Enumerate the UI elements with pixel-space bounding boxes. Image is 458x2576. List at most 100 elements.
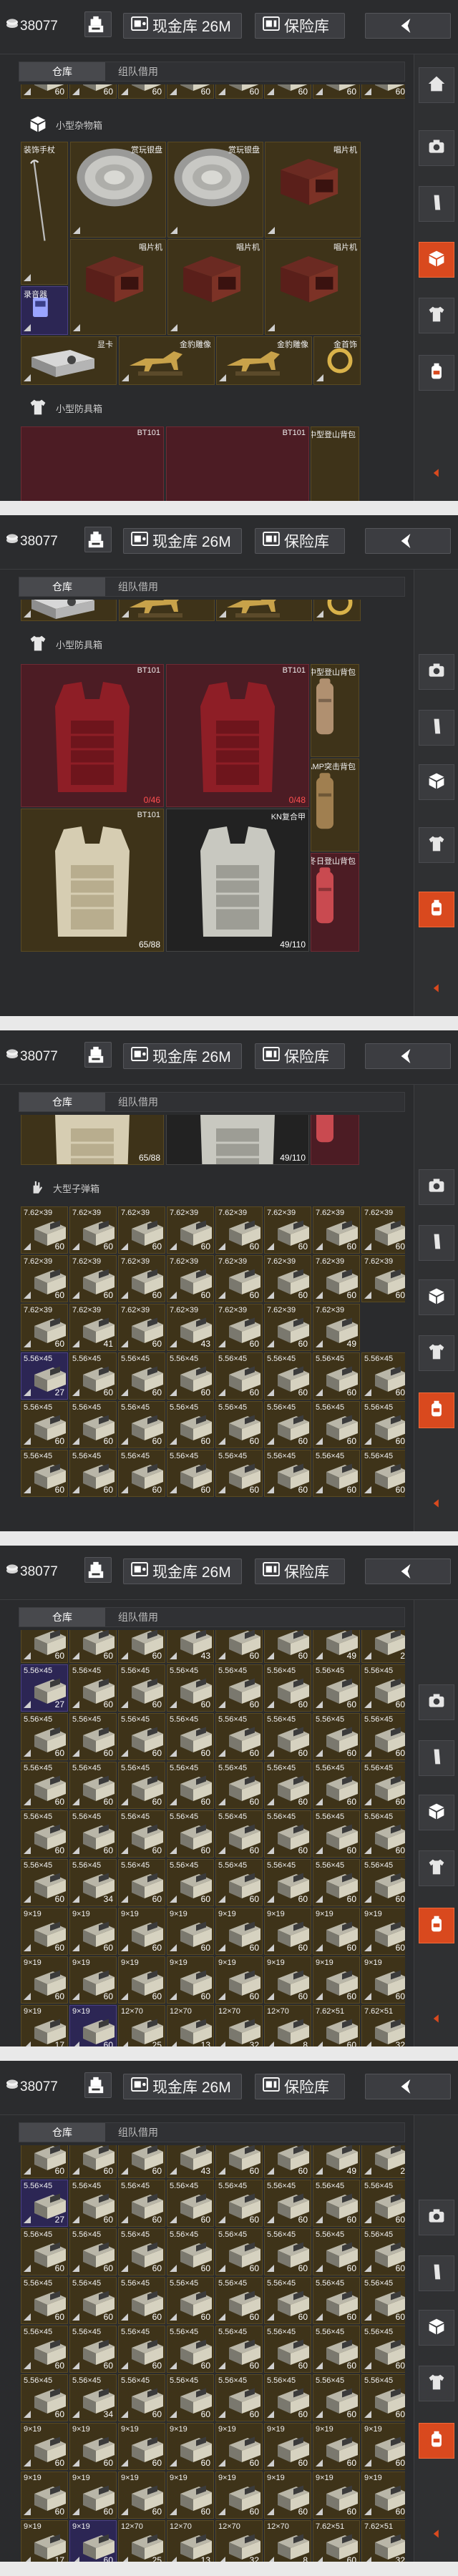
- ammo-cell[interactable]: 5.56×45 60: [69, 2277, 117, 2324]
- ammo-cell[interactable]: 5.56×45 60: [313, 1401, 360, 1448]
- ammo-cell[interactable]: 5.56×45 60: [21, 1713, 68, 1760]
- item-backpack[interactable]: 中型登山背包: [311, 426, 359, 501]
- ammo-cell[interactable]: 5.56×45 60: [167, 1762, 214, 1809]
- ammo-cell[interactable]: 5.56×45 60: [361, 2180, 405, 2227]
- ammo-cell[interactable]: 5.56×45 60: [215, 2277, 263, 2324]
- ammo-cell[interactable]: 5.56×45 60: [21, 1810, 68, 1858]
- ammo-cell[interactable]: 5.56×45 60: [313, 1762, 360, 1809]
- ammo-cell[interactable]: 9×19 60: [118, 2472, 165, 2519]
- ammo-cell[interactable]: 7.62×39 60: [264, 1304, 311, 1351]
- cash-vault-button[interactable]: 现金库 26M: [123, 13, 242, 39]
- ammo-cell[interactable]: 5.56×45 60: [21, 1450, 68, 1497]
- tab-team-borrow[interactable]: 组队借用: [118, 577, 158, 596]
- ammo-cell[interactable]: 7.62×51 32: [361, 2520, 405, 2562]
- tab-team-borrow[interactable]: 组队借用: [118, 1093, 158, 1111]
- sidebar-collapse-button[interactable]: [419, 1485, 454, 1521]
- sidebar-backpack-button[interactable]: [419, 355, 454, 391]
- ammo-cell[interactable]: 5.56×45 60: [21, 1762, 68, 1809]
- ammo-cell[interactable]: 5.56×45 60: [215, 1713, 263, 1760]
- ammo-cell[interactable]: 9×19 60: [69, 2423, 117, 2470]
- ammo-cell[interactable]: 9×19 60: [118, 2423, 165, 2470]
- ammo-cell[interactable]: 5.56×45 60: [118, 2228, 165, 2275]
- item-armor[interactable]: BT101: [21, 426, 164, 501]
- ammo-cell[interactable]: 5.56×45 60: [361, 1762, 405, 1809]
- tab-warehouse[interactable]: 仓库: [19, 577, 105, 596]
- ammo-cell[interactable]: 5.56×45 60: [21, 2374, 68, 2421]
- ammo-cell[interactable]: 5.56×45 60: [69, 1810, 117, 1858]
- ammo-cell[interactable]: 60: [69, 1630, 117, 1663]
- item-phonograph[interactable]: 唱片机: [70, 239, 166, 335]
- item-cane[interactable]: 装饰手杖: [21, 142, 68, 285]
- ammo-cell[interactable]: 5.56×45 60: [167, 2374, 214, 2421]
- ammo-cell[interactable]: 5.56×45 60: [118, 1859, 165, 1906]
- ammo-cell[interactable]: 5.56×45 60: [264, 1352, 311, 1400]
- ammo-cell[interactable]: 9×19 60: [313, 1956, 360, 2004]
- ammo-cell[interactable]: 5.56×45 60: [264, 1762, 311, 1809]
- item-recorder[interactable]: 录音器: [21, 286, 68, 335]
- sidebar-clothing-button[interactable]: [419, 827, 454, 863]
- sidebar-clothing-button[interactable]: [419, 298, 454, 333]
- ammo-cell[interactable]: 9×19 60: [167, 1908, 214, 1955]
- ammo-cell[interactable]: 5.56×45 60: [264, 1810, 311, 1858]
- ammo-cell[interactable]: 5.56×45 60: [69, 1762, 117, 1809]
- ammo-cell[interactable]: 9×19 60: [69, 2520, 117, 2562]
- sidebar-backpack-button[interactable]: [419, 892, 454, 927]
- item-gpu[interactable]: [21, 600, 117, 621]
- ammo-cell[interactable]: 5.56×45 60: [215, 1664, 263, 1712]
- ammo-cell[interactable]: 9×19 60: [69, 2472, 117, 2519]
- ammo-cell[interactable]: 12×70 8: [264, 2520, 311, 2562]
- ammo-cell[interactable]: 5.56×45 60: [215, 1450, 263, 1497]
- ammo-cell[interactable]: 7.62×39 60: [215, 1255, 263, 1302]
- item-phonograph[interactable]: 唱片机: [167, 239, 263, 335]
- safe-vault-button[interactable]: 保险库: [255, 528, 345, 554]
- ammo-cell[interactable]: 5.56×45 34: [69, 1859, 117, 1906]
- sidebar-backpack-button[interactable]: [419, 1392, 454, 1428]
- tab-warehouse[interactable]: 仓库: [19, 1608, 105, 1626]
- sidebar-clothing-button[interactable]: [419, 1850, 454, 1886]
- ammo-cell[interactable]: 5.56×45 60: [21, 1401, 68, 1448]
- ammo-cell[interactable]: 7.62×39 60: [264, 1255, 311, 1302]
- item-armor-bt101[interactable]: BT101 65/88: [21, 809, 164, 952]
- ammo-cell[interactable]: 5.56×45 60: [313, 2374, 360, 2421]
- ammo-cell[interactable]: 12×70 13: [167, 2520, 214, 2562]
- ammo-cell[interactable]: 60: [167, 84, 214, 99]
- ammo-cell[interactable]: 5.56×45 60: [167, 1859, 214, 1906]
- item-gold-statue[interactable]: 金豹雕像: [216, 336, 312, 385]
- sidebar-camera-button[interactable]: [419, 2200, 454, 2235]
- ammo-cell[interactable]: 9×19 60: [264, 1956, 311, 2004]
- tab-team-borrow[interactable]: 组队借用: [118, 2123, 158, 2142]
- item-phonograph[interactable]: 唱片机: [265, 142, 361, 238]
- ammo-cell[interactable]: 7.62×39 60: [313, 1255, 360, 1302]
- sidebar-magazine-button[interactable]: [419, 1740, 454, 1776]
- ammo-cell[interactable]: 60: [215, 84, 263, 99]
- ammo-cell[interactable]: 5.56×45 60: [118, 1401, 165, 1448]
- ammo-cell[interactable]: 5.56×45 60: [264, 1401, 311, 1448]
- ammo-cell[interactable]: 5.56×45 60: [264, 1859, 311, 1906]
- ammo-cell[interactable]: 5.56×45 60: [118, 1810, 165, 1858]
- ammo-cell[interactable]: 5.56×45 60: [264, 2326, 311, 2373]
- safe-vault-button[interactable]: 保险库: [255, 13, 345, 39]
- ammo-cell[interactable]: 12×70 25: [118, 2520, 165, 2562]
- item-armor-kn[interactable]: 49/110: [166, 1115, 309, 1165]
- ammo-cell[interactable]: 9×19 60: [69, 1956, 117, 2004]
- item-armor-kn[interactable]: KN复合甲 49/110: [166, 809, 309, 952]
- ammo-cell[interactable]: 9×19 60: [69, 1908, 117, 1955]
- ammo-cell[interactable]: 5.56×45 60: [118, 1762, 165, 1809]
- stash-button[interactable]: [84, 11, 112, 37]
- ammo-cell[interactable]: 5.56×45 60: [313, 1810, 360, 1858]
- ammo-cell[interactable]: 7.62×39 60: [69, 1206, 117, 1254]
- ammo-cell[interactable]: 5.56×45 60: [21, 1859, 68, 1906]
- ammo-cell[interactable]: 5.56×45 27: [21, 2180, 68, 2227]
- sidebar-collapse-button[interactable]: [419, 970, 454, 1006]
- ammo-cell[interactable]: 49: [313, 1630, 360, 1663]
- item-gold-statue[interactable]: [216, 600, 312, 621]
- ammo-cell[interactable]: 7.62×39 60: [69, 1255, 117, 1302]
- item-gold-statue[interactable]: 金豹雕像: [119, 336, 215, 385]
- ammo-cell[interactable]: 5.56×45 60: [167, 2228, 214, 2275]
- ammo-cell[interactable]: 5.56×45 34: [69, 2374, 117, 2421]
- sidebar-magazine-button[interactable]: [419, 1225, 454, 1261]
- tab-team-borrow[interactable]: 组队借用: [118, 62, 158, 81]
- ammo-cell[interactable]: 7.62×39 60: [215, 1304, 263, 1351]
- ammo-cell[interactable]: 5.56×45 60: [118, 1352, 165, 1400]
- ammo-cell[interactable]: 5.56×45 60: [264, 2277, 311, 2324]
